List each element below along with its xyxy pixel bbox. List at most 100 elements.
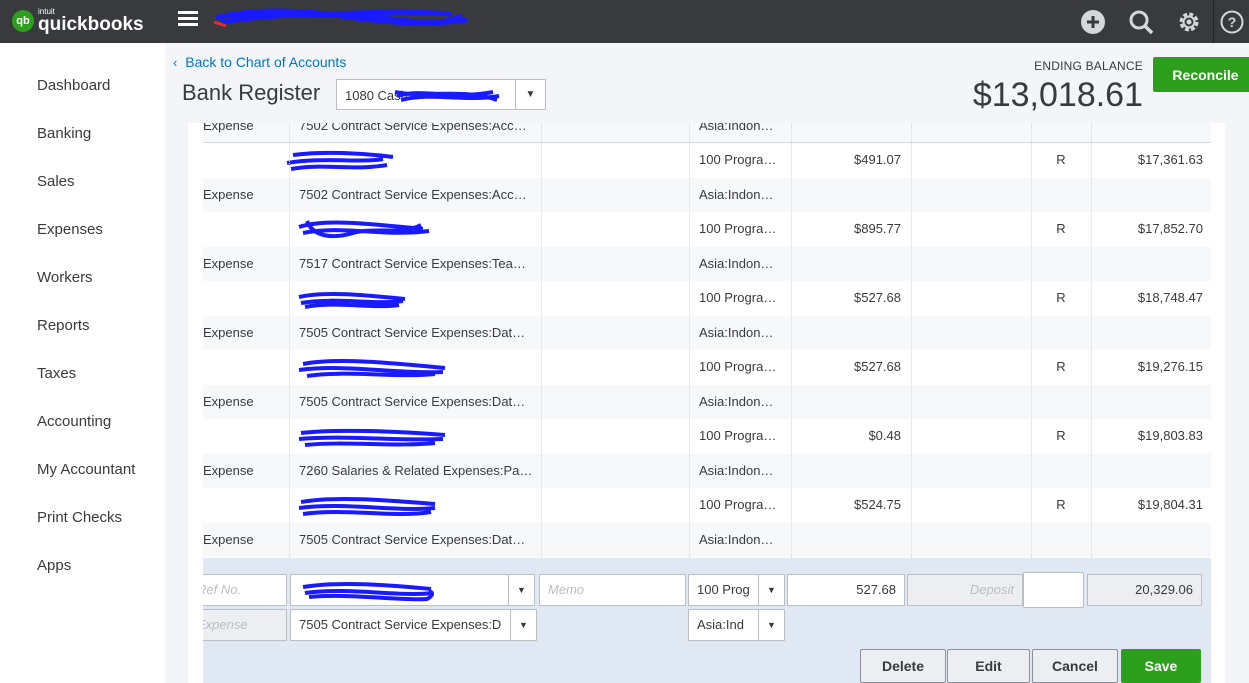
account-select[interactable]: 7505 Contract Service Expenses:D ▼ (290, 609, 537, 641)
chevron-down-icon[interactable]: ▼ (758, 575, 784, 605)
status-cell: R (1056, 221, 1066, 236)
search-icon[interactable] (1117, 0, 1165, 43)
sidebar-item-dashboard[interactable]: Dashboard (37, 77, 110, 94)
location-select[interactable]: Asia:Ind ▼ (688, 609, 785, 641)
sidebar-item-banking[interactable]: Banking (37, 125, 91, 142)
balance-display: 20,329.06 (1087, 574, 1202, 606)
payment-cell: $491.07 (854, 152, 901, 167)
sidebar-item-apps[interactable]: Apps (37, 557, 71, 574)
location-cell: Asia:Indon… (699, 187, 774, 202)
payee-select[interactable]: ▼ (290, 574, 535, 606)
account-select-value: 7505 Contract Service Expenses:D (299, 617, 502, 632)
back-to-chart-of-accounts-link[interactable]: ‹ Back to Chart of Accounts (173, 54, 346, 70)
account-cell: 7505 Contract Service Expenses:Dat… (299, 394, 526, 409)
column-divider (791, 123, 792, 558)
type-cell: Expense (203, 463, 254, 478)
account-cell: 7502 Contract Service Expenses:Acc… (299, 123, 527, 133)
location-cell: Asia:Indon… (699, 325, 774, 340)
location-cell: Asia:Indon… (699, 532, 774, 547)
table-row[interactable]: 100 Progra… $527.68 R $19,276.15 Expense… (203, 350, 1211, 419)
table-row[interactable]: 100 Progra… $491.07 R $17,361.63 Expense… (203, 143, 1211, 212)
table-row[interactable]: 100 Progra… $524.75 R $19,804.31 Expense… (203, 488, 1211, 557)
payee-redaction (298, 359, 446, 378)
cancel-button[interactable]: Cancel (1032, 649, 1118, 683)
sidebar-item-reports[interactable]: Reports (37, 317, 90, 334)
status-toggle[interactable] (1023, 572, 1084, 608)
sidebar-item-expenses[interactable]: Expenses (37, 221, 103, 238)
account-cell: 7517 Contract Service Expenses:Tea… (299, 256, 526, 271)
status-cell: R (1056, 152, 1066, 167)
sidebar-item-taxes[interactable]: Taxes (37, 365, 76, 382)
sidebar-item-print-checks[interactable]: Print Checks (37, 509, 122, 526)
sidebar-item-my-accountant[interactable]: My Accountant (37, 461, 135, 478)
plus-icon[interactable] (1069, 0, 1117, 43)
status-cell: R (1056, 359, 1066, 374)
delete-button[interactable]: Delete (860, 649, 946, 683)
payment-cell: $895.77 (854, 221, 901, 236)
class-cell: 100 Progra… (699, 221, 777, 236)
type-input: Expense (203, 609, 287, 641)
balance-cell: $17,852.70 (1137, 221, 1203, 236)
class-cell: 100 Progra… (699, 290, 777, 305)
type-cell: Expense (203, 256, 254, 271)
column-divider (541, 123, 542, 558)
ref-no-input[interactable]: Ref No. (203, 574, 287, 606)
sidebar-item-workers[interactable]: Workers (37, 269, 93, 286)
account-name-redaction (394, 90, 500, 102)
type-cell: Expense (203, 325, 254, 340)
chevron-down-icon[interactable]: ▼ (508, 575, 534, 605)
account-cell: 7505 Contract Service Expenses:Dat… (299, 532, 526, 547)
table-row[interactable]: 100 Progra… $0.48 R $19,803.83 Expense 7… (203, 419, 1211, 488)
top-bar: qb intuit quickbooks ? (0, 0, 1249, 43)
table-row[interactable]: 100 Progra… $895.77 R $17,852.70 Expense… (203, 212, 1211, 281)
hamburger-menu-icon[interactable] (178, 11, 198, 27)
payee-redaction (302, 581, 434, 602)
column-divider (911, 123, 912, 558)
edit-button[interactable]: Edit (947, 649, 1030, 683)
ending-balance-label: ENDING BALANCE (1034, 59, 1143, 73)
sidebar-item-accounting[interactable]: Accounting (37, 413, 111, 430)
location-cell: Asia:Indon… (699, 394, 774, 409)
type-cell: Expense (203, 532, 254, 547)
payment-input[interactable]: 527.68 (787, 574, 905, 606)
chevron-left-icon: ‹ (173, 55, 178, 70)
sidebar: Dashboard Banking Sales Expenses Workers… (0, 43, 165, 683)
help-icon[interactable]: ? (1213, 0, 1249, 43)
location-cell: Asia:Indon… (699, 256, 774, 271)
table-row[interactable]: Expense 7502 Contract Service Expenses:A… (203, 123, 1211, 143)
class-select-value: 100 Prog (697, 582, 750, 597)
payee-redaction (298, 220, 430, 239)
reconcile-button[interactable]: Reconcile (1153, 57, 1249, 92)
chevron-down-icon[interactable]: ▼ (515, 80, 545, 109)
sidebar-item-sales[interactable]: Sales (37, 173, 75, 190)
chevron-down-icon[interactable]: ▼ (510, 610, 536, 640)
table-row[interactable]: 100 Progra… $527.68 R $18,748.47 Expense… (203, 281, 1211, 350)
balance-cell: $18,748.47 (1137, 290, 1203, 305)
payment-cell: $527.68 (854, 359, 901, 374)
account-select[interactable]: 1080 Cash ▼ (336, 79, 546, 110)
logo-quickbooks-text: quickbooks (38, 14, 144, 35)
logo-text: intuit quickbooks (38, 8, 144, 35)
location-cell: Asia:Indon… (699, 123, 774, 133)
quickbooks-logo[interactable]: qb intuit quickbooks (12, 8, 144, 34)
class-cell: 100 Progra… (699, 152, 777, 167)
payee-redaction (298, 496, 436, 516)
deposit-input[interactable]: Deposit (907, 574, 1023, 606)
gear-icon[interactable] (1165, 0, 1213, 43)
type-cell: Expense (203, 123, 254, 133)
save-button[interactable]: Save (1121, 649, 1201, 683)
payment-cell: $0.48 (868, 428, 901, 443)
class-cell: 100 Progra… (699, 497, 777, 512)
svg-text:?: ? (1227, 14, 1236, 30)
account-cell: 7505 Contract Service Expenses:Dat… (299, 325, 526, 340)
company-name-redaction (213, 8, 468, 28)
class-cell: 100 Progra… (699, 359, 777, 374)
chevron-down-icon[interactable]: ▼ (758, 610, 784, 640)
ending-balance-amount: $13,018.61 (972, 76, 1143, 114)
back-link-label: Back to Chart of Accounts (185, 54, 347, 70)
payee-redaction (298, 291, 406, 309)
balance-cell: $19,804.31 (1137, 497, 1203, 512)
class-cell: 100 Progra… (699, 428, 777, 443)
class-select[interactable]: 100 Prog ▼ (688, 574, 785, 606)
memo-input[interactable]: Memo (539, 574, 686, 606)
